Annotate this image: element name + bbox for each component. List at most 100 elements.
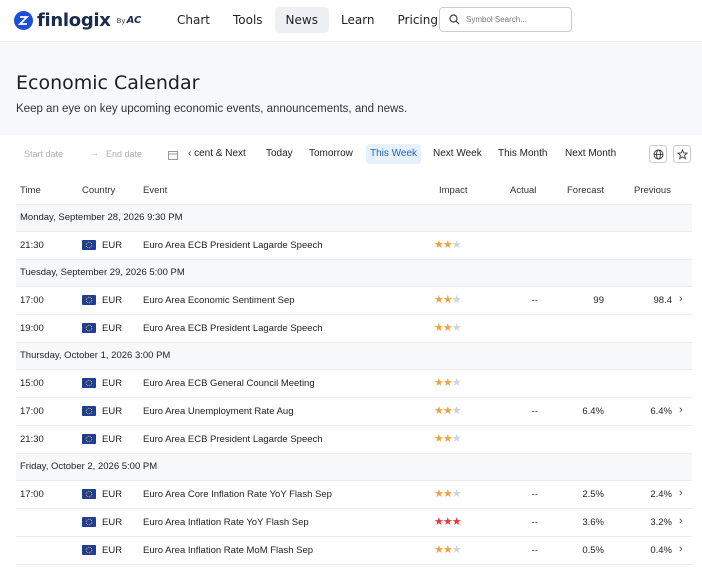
table-row[interactable]: EUR Euro Area Inflation Rate MoM Flash Se… — [16, 537, 692, 565]
impact-star-icon: ★ — [451, 239, 462, 251]
filter-this-month[interactable]: This Month — [494, 144, 551, 164]
start-date-input[interactable]: Start date — [24, 149, 63, 159]
event-time: 17:00 — [20, 406, 44, 417]
date-group-header: Monday, September 28, 2026 9:30 PM — [16, 205, 692, 232]
filter-this-week[interactable]: This Week — [366, 144, 422, 164]
impact-star-icon: ★ — [434, 488, 444, 500]
impact-rating: ★★★ — [434, 321, 462, 334]
impact-rating: ★★★ — [434, 293, 462, 306]
event-currency: EUR — [102, 489, 123, 500]
finlogix-logo[interactable]: finlogix By AC — [14, 8, 141, 32]
page-title: Economic Calendar — [16, 72, 200, 94]
impact-star-icon: ★ — [434, 239, 444, 251]
table-row[interactable]: 17:00 EUR Euro Area Unemployment Rate Aug ★… — [16, 398, 692, 426]
impact-star-icon: ★ — [451, 433, 462, 445]
event-previous: 6.4% — [650, 406, 672, 417]
end-date-input[interactable]: End date — [106, 149, 142, 159]
table-body: Monday, September 28, 2026 9:30 PM 21:30 E… — [16, 205, 692, 565]
event-name: Euro Area ECB President Lagarde Speech — [143, 434, 323, 445]
event-forecast: 3.6% — [582, 517, 604, 528]
event-name: Euro Area Inflation Rate MoM Flash Sep — [143, 545, 314, 556]
arrow-right-icon: → — [90, 148, 99, 158]
table-row[interactable]: 17:00 EUR Euro Area Economic Sentiment Sep… — [16, 287, 692, 315]
impact-star-icon: ★ — [451, 377, 462, 389]
filter-next-month[interactable]: Next Month — [561, 144, 620, 164]
filter-recent-next[interactable]: ‹ cent & Next — [184, 144, 250, 164]
logo-by-text: By — [116, 17, 126, 25]
eu-flag-icon — [82, 323, 96, 333]
filter-next-week[interactable]: Next Week — [429, 144, 486, 164]
impact-star-icon: ★ — [434, 322, 444, 334]
logo-ac-brand: AC — [126, 14, 142, 26]
event-currency: EUR — [102, 240, 123, 251]
column-event: Event — [143, 185, 168, 196]
impact-rating: ★★★ — [434, 238, 462, 251]
eu-flag-icon — [82, 434, 96, 444]
table-row[interactable]: 17:00 EUR Euro Area Core Inflation Rate Yo… — [16, 481, 692, 509]
filter-tomorrow[interactable]: Tomorrow — [305, 144, 357, 164]
search-placeholder: Symbol Search... — [466, 15, 527, 24]
chevron-right-icon[interactable]: › — [679, 515, 683, 527]
impact-star-icon: ★ — [442, 516, 453, 528]
nav-learn[interactable]: Learn — [330, 7, 386, 33]
event-actual: -- — [531, 295, 538, 306]
table-row[interactable]: EUR Euro Area Inflation Rate YoY Flash Se… — [16, 509, 692, 537]
event-name: Euro Area Inflation Rate YoY Flash Sep — [143, 517, 309, 528]
event-name: Euro Area Unemployment Rate Aug — [143, 406, 294, 417]
event-forecast: 6.4% — [582, 406, 604, 417]
nav-tools[interactable]: Tools — [222, 7, 274, 33]
table-row[interactable]: 21:30 EUR Euro Area ECB President Lagarde … — [16, 232, 692, 260]
event-previous: 2.4% — [650, 489, 672, 500]
date-group-header: Tuesday, September 29, 2026 5:00 PM — [16, 260, 692, 287]
column-time: Time — [20, 185, 41, 196]
timezone-button[interactable] — [649, 145, 667, 163]
impact-star-icon: ★ — [442, 405, 453, 417]
nav-news[interactable]: News — [274, 7, 329, 33]
impact-star-icon: ★ — [451, 488, 462, 500]
event-time: 21:30 — [20, 240, 44, 251]
event-previous: 3.2% — [650, 517, 672, 528]
event-currency: EUR — [102, 545, 123, 556]
impact-rating: ★★★ — [434, 432, 462, 445]
column-previous: Previous — [634, 185, 671, 196]
date-group-label: Tuesday, September 29, 2026 5:00 PM — [20, 267, 185, 278]
chevron-right-icon[interactable]: › — [679, 293, 683, 305]
event-time: 17:00 — [20, 295, 44, 306]
date-filter-bar: Start date → End date ‹ cent & Next Toda… — [0, 144, 702, 168]
eu-flag-icon — [82, 545, 96, 555]
eu-flag-icon — [82, 406, 96, 416]
calendar-icon[interactable] — [168, 150, 178, 160]
event-currency: EUR — [102, 295, 123, 306]
impact-rating: ★★★ — [434, 487, 462, 500]
chevron-right-icon[interactable]: › — [679, 404, 683, 416]
date-group-header: Friday, October 2, 2026 5:00 PM — [16, 454, 692, 481]
event-name: Euro Area Economic Sentiment Sep — [143, 295, 295, 306]
event-currency: EUR — [102, 406, 123, 417]
favorites-button[interactable] — [673, 145, 691, 163]
impact-star-icon: ★ — [434, 544, 444, 556]
symbol-search-input[interactable]: Symbol Search... — [439, 7, 572, 32]
impact-star-icon: ★ — [442, 322, 453, 334]
column-country: Country — [82, 185, 116, 196]
chevron-right-icon[interactable]: › — [679, 543, 683, 555]
impact-star-icon: ★ — [434, 377, 444, 389]
event-time: 15:00 — [20, 378, 44, 389]
event-actual: -- — [531, 406, 538, 417]
event-currency: EUR — [102, 323, 123, 334]
eu-flag-icon — [82, 295, 96, 305]
event-time: 17:00 — [20, 489, 44, 500]
event-name: Euro Area Core Inflation Rate YoY Flash … — [143, 489, 332, 500]
event-actual: -- — [531, 545, 538, 556]
nav-chart[interactable]: Chart — [166, 7, 221, 33]
table-row[interactable]: 19:00 EUR Euro Area ECB President Lagarde … — [16, 315, 692, 343]
page-subtitle: Keep an eye on key upcoming economic eve… — [16, 103, 408, 115]
chevron-right-icon[interactable]: › — [679, 487, 683, 499]
filter-today[interactable]: Today — [262, 144, 297, 164]
impact-star-icon: ★ — [434, 405, 444, 417]
eu-flag-icon — [82, 517, 96, 527]
eu-flag-icon — [82, 240, 96, 250]
table-row[interactable]: 21:30 EUR Euro Area ECB President Lagarde … — [16, 426, 692, 454]
table-row[interactable]: 15:00 EUR Euro Area ECB General Council Me… — [16, 370, 692, 398]
impact-rating: ★★★ — [434, 376, 462, 389]
table-header: Time Country Event Impact Actual Forecas… — [16, 177, 692, 205]
